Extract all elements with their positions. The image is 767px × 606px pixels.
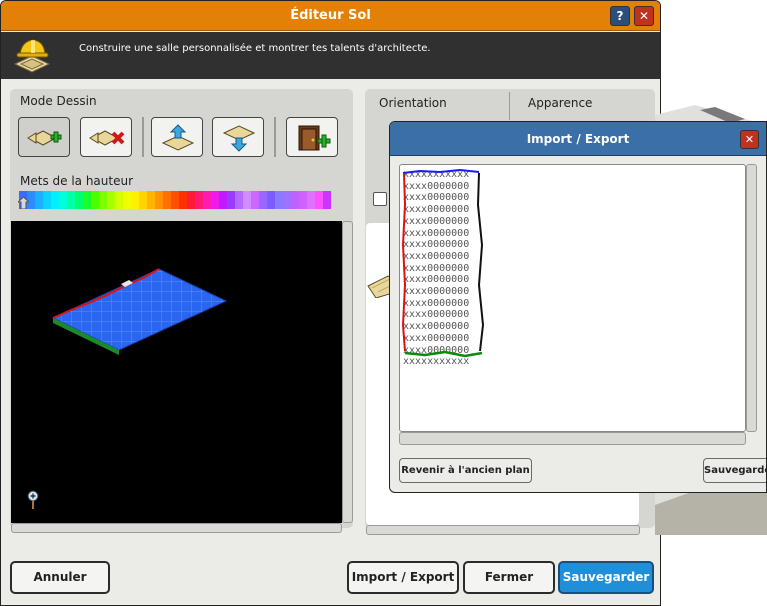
height-swatch[interactable] [203, 191, 211, 209]
height-slider-marker-icon[interactable] [18, 197, 29, 209]
remove-tile-tool[interactable] [80, 117, 132, 157]
preview-vertical-scrollbar[interactable] [342, 221, 353, 523]
architect-helmet-icon [13, 39, 51, 73]
window-title: Éditeur Sol [290, 8, 371, 23]
height-swatch[interactable] [131, 191, 139, 209]
height-swatch[interactable] [179, 191, 187, 209]
height-swatch[interactable] [315, 191, 323, 209]
height-swatch[interactable] [195, 191, 203, 209]
height-swatch[interactable] [299, 191, 307, 209]
settings-checkbox[interactable] [373, 192, 387, 206]
textarea-vertical-scrollbar[interactable] [746, 164, 757, 432]
isometric-floor-plan[interactable] [11, 221, 342, 523]
draw-mode-title: Mode Dessin [20, 94, 97, 108]
tab-appearance[interactable]: Apparence [528, 96, 592, 110]
tab-orientation[interactable]: Orientation [379, 96, 447, 110]
preview-horizontal-scrollbar[interactable] [11, 523, 342, 533]
height-swatch[interactable] [43, 191, 51, 209]
height-swatch[interactable] [211, 191, 219, 209]
close-window-button[interactable]: ✕ [634, 6, 654, 26]
height-mode-label: Mets de la hauteur [20, 174, 134, 188]
title-bar[interactable]: Éditeur Sol ? ✕ [1, 1, 660, 31]
tab-separator [509, 92, 510, 120]
floor-plan-preview[interactable] [11, 221, 342, 523]
height-swatch[interactable] [67, 191, 75, 209]
window-description: Construire une salle personnalisée et mo… [79, 43, 431, 54]
height-swatch[interactable] [259, 191, 267, 209]
height-swatch[interactable] [267, 191, 275, 209]
height-swatch[interactable] [91, 191, 99, 209]
tile-up-icon [161, 124, 195, 151]
height-swatch[interactable] [123, 191, 131, 209]
height-swatch[interactable] [283, 191, 291, 209]
height-swatch[interactable] [75, 191, 83, 209]
height-swatch[interactable] [35, 191, 43, 209]
dialog-title-bar[interactable]: Import / Export ✕ [390, 122, 766, 156]
height-swatch[interactable] [139, 191, 147, 209]
height-swatch[interactable] [243, 191, 251, 209]
height-swatch[interactable] [163, 191, 171, 209]
help-button[interactable]: ? [610, 6, 630, 26]
dialog-title: Import / Export [526, 132, 630, 146]
height-swatch[interactable] [187, 191, 195, 209]
height-swatch[interactable] [171, 191, 179, 209]
textarea-horizontal-scrollbar[interactable] [399, 432, 746, 445]
map-code-textarea[interactable]: xxxxxxxxxxx xxxx0000000 xxxx0000000 xxxx000… [399, 164, 746, 432]
height-swatch[interactable] [99, 191, 107, 209]
height-swatch[interactable] [275, 191, 283, 209]
revert-plan-button[interactable]: Revenir à l'ancien plan [399, 458, 532, 483]
import-export-dialog: Import / Export ✕ xxxxxxxxxxx xxxx0000000… [389, 121, 767, 493]
height-swatch[interactable] [235, 191, 243, 209]
height-swatch[interactable] [115, 191, 123, 209]
toolbar-separator [142, 117, 144, 157]
height-swatch[interactable] [219, 191, 227, 209]
import-export-button[interactable]: Import / Export [347, 561, 459, 594]
tile-down-icon [222, 125, 256, 152]
door-tool[interactable] [286, 117, 338, 157]
height-swatch[interactable] [59, 191, 67, 209]
lower-height-tool[interactable] [212, 117, 264, 157]
cancel-button[interactable]: Annuler [10, 561, 110, 594]
height-color-palette[interactable] [19, 191, 333, 209]
room-preview-horizontal-scrollbar[interactable] [366, 525, 640, 535]
height-swatch[interactable] [251, 191, 259, 209]
height-swatch[interactable] [323, 191, 331, 209]
height-swatch[interactable] [51, 191, 59, 209]
hand-drawn-annotations [401, 168, 485, 358]
door-plus-icon [298, 125, 331, 151]
add-tile-tool[interactable] [18, 117, 70, 157]
height-swatch[interactable] [291, 191, 299, 209]
popup-save-button[interactable]: Sauvegarder [703, 458, 766, 483]
close-button[interactable]: Fermer [463, 561, 555, 594]
height-swatch[interactable] [307, 191, 315, 209]
info-bar: Construire une salle personnalisée et mo… [1, 32, 660, 79]
dialog-close-button[interactable]: ✕ [740, 130, 759, 149]
save-button[interactable]: Sauvegarder [558, 561, 654, 594]
height-swatch[interactable] [107, 191, 115, 209]
height-swatch[interactable] [155, 191, 163, 209]
raise-height-tool[interactable] [151, 117, 203, 157]
zoom-icon[interactable] [26, 490, 40, 510]
height-swatch[interactable] [227, 191, 235, 209]
toolbar-separator [274, 117, 276, 157]
tile-x-icon [89, 130, 125, 146]
height-swatch[interactable] [83, 191, 91, 209]
tile-plus-icon [27, 130, 62, 146]
height-swatch[interactable] [147, 191, 155, 209]
